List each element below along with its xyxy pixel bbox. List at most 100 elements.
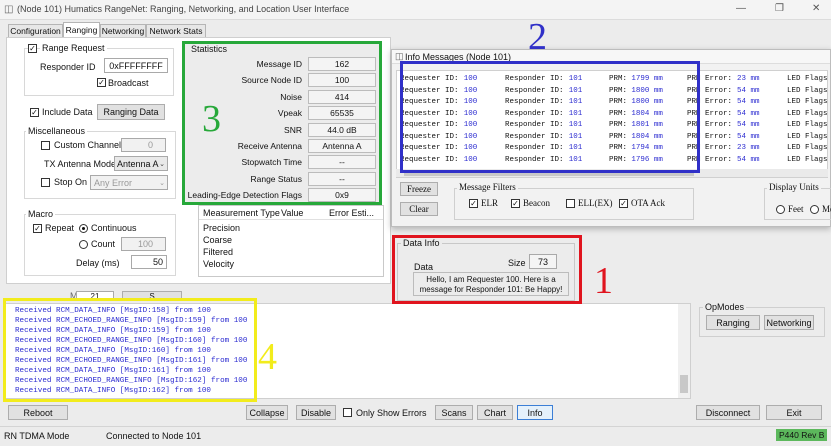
measurement-value-header[interactable]: Value: [281, 208, 303, 218]
custom-channel-checkbox[interactable]: [41, 141, 50, 150]
tab-networking[interactable]: Networking: [100, 24, 146, 37]
tab-configuration[interactable]: Configuration: [8, 24, 63, 37]
chevron-down-icon: ⌄: [159, 160, 165, 168]
continuous-label: Continuous: [91, 223, 137, 233]
minimize-icon[interactable]: —: [736, 3, 746, 14]
measurement-type-header[interactable]: Measurement Type: [203, 208, 280, 218]
filter-ota-ack-checkbox[interactable]: ✓: [619, 199, 628, 208]
include-data-label: Include Data: [42, 107, 93, 117]
units-feet-label: Feet: [788, 204, 804, 214]
close-icon[interactable]: ✕: [812, 3, 820, 14]
range-request-checkbox[interactable]: ✓: [28, 44, 37, 53]
responder-id-label: Responder ID: [40, 62, 96, 72]
annotation-box-red: [392, 235, 582, 304]
units-meters-label: Met: [822, 204, 831, 214]
info-message-led-flags: LED Flags: [787, 86, 828, 95]
annotation-number-1: 1: [594, 260, 613, 302]
stop-on-select[interactable]: Any Error ⌄: [90, 175, 168, 190]
info-message-led-flags: LED Flags: [787, 75, 828, 83]
info-message-field-value: 54 mm: [737, 132, 760, 141]
tx-antenna-select[interactable]: Antenna A ⌄: [114, 156, 168, 171]
status-badge: P440 Rev B: [776, 429, 828, 441]
log-scrollbar-thumb[interactable]: [680, 375, 688, 393]
annotation-number-2: 2: [528, 16, 547, 58]
units-feet-radio[interactable]: [776, 205, 785, 214]
tx-antenna-value: Antenna A: [117, 158, 159, 169]
stop-on-checkbox[interactable]: [41, 178, 50, 187]
repeat-label: Repeat: [45, 223, 75, 233]
tx-antenna-label: TX Antenna Mode: [44, 159, 117, 169]
status-mode: RN TDMA Mode: [4, 431, 70, 441]
count-label: Count: [91, 239, 116, 249]
filter-elr-checkbox[interactable]: ✓: [469, 199, 478, 208]
log-scrollbar[interactable]: [678, 304, 690, 398]
tab-network-stats[interactable]: Network Stats: [146, 24, 206, 37]
custom-channel-stepper[interactable]: 0: [121, 138, 166, 152]
info-message-field-value: 54 mm: [737, 86, 760, 95]
measurement-error-header[interactable]: Error Esti...: [329, 208, 374, 218]
measurement-table: Measurement Type Value Error Esti... Pre…: [198, 205, 384, 277]
broadcast-label: Broadcast: [108, 78, 149, 88]
delay-label: Delay (ms): [76, 258, 120, 268]
measurement-header: Measurement Type Value Error Esti...: [199, 206, 383, 220]
units-meters-radio[interactable]: [810, 205, 819, 214]
info-button[interactable]: Info: [517, 405, 553, 420]
broadcast-checkbox[interactable]: ✓: [97, 78, 106, 87]
info-message-led-flags: LED Flags: [787, 109, 828, 118]
only-show-errors-label: Only Show Errors: [356, 408, 427, 418]
continuous-radio[interactable]: [79, 224, 88, 233]
disable-button[interactable]: Disable: [296, 405, 336, 420]
status-connection: Connected to Node 101: [106, 431, 202, 441]
macro-title: Macro: [26, 209, 56, 219]
count-stepper[interactable]: 100: [121, 237, 166, 251]
info-message-led-flags: LED Flags: [787, 132, 828, 141]
delay-stepper[interactable]: 50: [131, 255, 167, 269]
clear-button[interactable]: Clear: [400, 202, 438, 216]
annotation-box-blue: [400, 61, 700, 173]
filter-ell-checkbox[interactable]: [566, 199, 575, 208]
repeat-checkbox[interactable]: ✓: [33, 224, 42, 233]
exit-button[interactable]: Exit: [766, 405, 822, 420]
responder-id-input[interactable]: 0xFFFFFFFF: [104, 58, 168, 73]
freeze-button[interactable]: Freeze: [400, 182, 438, 196]
measurement-row-precision: Precision: [203, 223, 241, 233]
display-units-title: Display Units: [767, 182, 821, 192]
chevron-down-icon: ⌄: [159, 179, 165, 187]
opmodes-title: OpModes: [703, 302, 747, 312]
filter-beacon-label: Beacon: [523, 198, 550, 208]
measurement-row-coarse: Coarse: [203, 235, 233, 245]
filter-ell-label: ELL(EX): [578, 198, 613, 208]
miscellaneous-title: Miscellaneous: [26, 126, 88, 136]
info-message-led-flags: LED Flags: [787, 155, 828, 164]
window-title: (Node 101) Humatics RangeNet: Ranging, N…: [17, 4, 350, 14]
ranging-data-button[interactable]: Ranging Data: [97, 104, 165, 120]
tab-ranging[interactable]: Ranging: [63, 22, 100, 37]
maximize-icon[interactable]: ❐: [775, 3, 784, 14]
stop-on-value: Any Error: [94, 177, 133, 188]
disconnect-button[interactable]: Disconnect: [696, 405, 760, 420]
custom-channel-label: Custom Channel: [54, 140, 122, 150]
reboot-button[interactable]: Reboot: [8, 405, 68, 420]
info-message-led-flags: LED Flags: [787, 121, 828, 129]
measurement-row-velocity: Velocity: [203, 259, 235, 269]
scans-button[interactable]: Scans: [435, 405, 473, 420]
only-show-errors-checkbox[interactable]: [343, 408, 352, 417]
info-message-led-flags: LED Flags: [787, 98, 828, 106]
include-data-checkbox[interactable]: ✓: [30, 108, 39, 117]
annotation-number-4: 4: [258, 336, 277, 378]
title-bar: ◫ (Node 101) Humatics RangeNet: Ranging,…: [0, 0, 831, 20]
count-radio[interactable]: [79, 240, 88, 249]
filter-beacon-checkbox[interactable]: ✓: [511, 199, 520, 208]
chart-button[interactable]: Chart: [477, 405, 513, 420]
info-message-led-flags: LED Flags: [787, 144, 828, 152]
range-request-label: Range Request: [40, 43, 107, 53]
info-message-field-value: 23 mm: [737, 144, 760, 152]
collapse-button[interactable]: Collapse: [246, 405, 288, 420]
info-message-field-value: 54 mm: [737, 155, 760, 164]
app-icon: ◫: [4, 4, 14, 15]
info-message-field-value: 54 mm: [737, 121, 760, 129]
annotation-number-3: 3: [202, 98, 221, 140]
annotation-box-yellow: [3, 298, 257, 402]
ranging-mode-button[interactable]: Ranging: [706, 315, 760, 330]
networking-mode-button[interactable]: Networking: [764, 315, 814, 330]
